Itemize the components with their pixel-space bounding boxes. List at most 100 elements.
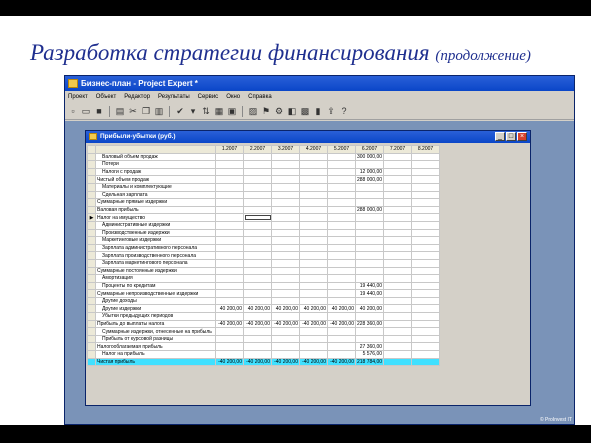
data-cell[interactable] <box>354 327 385 336</box>
data-cell[interactable] <box>243 205 272 215</box>
data-cell[interactable] <box>411 342 441 352</box>
settings-icon[interactable]: ⚙ <box>274 106 284 116</box>
data-cell[interactable]: 40 200,00 <box>215 304 244 314</box>
data-cell[interactable] <box>327 152 356 162</box>
data-cell[interactable] <box>215 205 244 215</box>
maximize-button[interactable]: □ <box>506 132 516 141</box>
data-cell[interactable] <box>271 182 300 192</box>
data-cell[interactable] <box>327 334 356 344</box>
data-cell[interactable] <box>411 190 441 200</box>
data-cell[interactable] <box>383 266 413 276</box>
data-cell[interactable] <box>327 198 356 207</box>
column-header[interactable]: 4.2007 <box>299 145 328 154</box>
data-cell[interactable] <box>215 258 244 268</box>
data-cell[interactable] <box>299 342 328 352</box>
table-row[interactable]: Производственные издержки <box>87 228 441 238</box>
data-cell[interactable] <box>215 182 244 192</box>
menu-item-0[interactable]: Проект <box>68 94 88 103</box>
data-cell[interactable] <box>299 213 328 222</box>
data-cell[interactable] <box>327 350 356 359</box>
data-cell[interactable] <box>327 296 356 306</box>
data-cell[interactable]: 228 360,00 <box>354 319 385 329</box>
data-cell[interactable] <box>215 236 244 245</box>
column-header[interactable]: 6.2007 <box>354 145 385 154</box>
data-cell[interactable] <box>215 198 244 207</box>
data-cell[interactable] <box>411 228 441 238</box>
data-cell[interactable] <box>299 334 328 344</box>
data-cell[interactable] <box>383 342 413 352</box>
data-cell[interactable] <box>383 190 413 200</box>
data-cell[interactable] <box>383 167 413 177</box>
table-row[interactable]: Амортизация <box>87 274 441 283</box>
data-cell[interactable] <box>327 175 356 184</box>
data-cell[interactable] <box>215 312 244 321</box>
menu-item-6[interactable]: Справка <box>248 94 272 103</box>
column-header[interactable]: 7.2007 <box>383 145 413 154</box>
help-icon[interactable]: ? <box>339 106 349 116</box>
data-cell[interactable] <box>327 281 356 291</box>
data-cell[interactable] <box>215 251 244 260</box>
data-cell[interactable] <box>411 258 441 268</box>
data-cell[interactable] <box>299 236 328 245</box>
data-cell[interactable] <box>354 190 385 200</box>
data-cell[interactable] <box>327 342 356 352</box>
data-cell[interactable] <box>271 205 300 215</box>
flag-icon[interactable]: ⚑ <box>261 106 271 116</box>
data-cell[interactable]: -40 200,00 <box>271 357 300 367</box>
data-cell[interactable]: -40 200,00 <box>299 357 328 367</box>
data-cell[interactable] <box>411 312 441 321</box>
data-cell[interactable] <box>271 296 300 306</box>
data-cell[interactable] <box>215 167 244 177</box>
column-header[interactable]: 2.2007 <box>243 145 272 154</box>
data-cell[interactable] <box>354 182 385 192</box>
data-cell[interactable] <box>299 274 328 283</box>
data-cell[interactable] <box>243 289 272 298</box>
data-cell[interactable] <box>327 228 356 238</box>
data-cell[interactable] <box>411 198 441 207</box>
data-cell[interactable] <box>299 251 328 260</box>
data-cell[interactable] <box>215 281 244 291</box>
data-cell[interactable] <box>243 182 272 192</box>
close-button[interactable]: × <box>517 132 527 141</box>
data-cell[interactable] <box>271 220 300 230</box>
report-titlebar[interactable]: Прибыли-убытки (руб.) _ □ × <box>86 131 530 143</box>
data-cell[interactable] <box>354 236 385 245</box>
data-cell[interactable]: 40 200,00 <box>354 304 385 314</box>
data-cell[interactable] <box>299 220 328 230</box>
data-cell[interactable] <box>215 274 244 283</box>
menu-item-1[interactable]: Объект <box>96 94 116 103</box>
table-row[interactable]: Маркетинговые издержки <box>87 236 441 245</box>
data-cell[interactable] <box>299 327 328 336</box>
data-cell[interactable] <box>243 281 272 291</box>
table-row[interactable]: ▶ Налог на имущество <box>87 213 441 222</box>
data-cell[interactable] <box>243 312 272 321</box>
data-cell[interactable] <box>354 258 385 268</box>
data-cell[interactable] <box>299 350 328 359</box>
column-header[interactable]: 3.2007 <box>271 145 300 154</box>
data-cell[interactable] <box>383 258 413 268</box>
data-cell[interactable] <box>383 281 413 291</box>
data-cell[interactable] <box>271 289 300 298</box>
data-cell[interactable] <box>299 182 328 192</box>
data-cell[interactable] <box>271 167 300 177</box>
data-cell[interactable] <box>411 274 441 283</box>
data-cell[interactable]: -40 200,00 <box>243 319 272 329</box>
menu-item-3[interactable]: Результаты <box>158 94 190 103</box>
data-cell[interactable] <box>299 175 328 184</box>
data-cell[interactable] <box>243 190 272 200</box>
data-cell[interactable] <box>411 304 441 314</box>
cut-icon[interactable]: ✂ <box>128 106 138 116</box>
table-row[interactable]: Другие доходы <box>87 296 441 306</box>
menu-item-5[interactable]: Окно <box>226 94 240 103</box>
data-cell[interactable] <box>243 266 272 276</box>
data-cell[interactable] <box>271 175 300 184</box>
table-row[interactable]: Проценты по кредитам 19 440,00 <box>87 281 441 291</box>
data-cell[interactable]: 27 360,00 <box>354 342 385 352</box>
data-cell[interactable] <box>354 251 385 260</box>
data-cell[interactable] <box>383 220 413 230</box>
data-cell[interactable] <box>383 327 413 336</box>
report-icon[interactable]: ▣ <box>227 106 237 116</box>
data-cell[interactable] <box>327 205 356 215</box>
data-cell[interactable] <box>243 274 272 283</box>
data-cell[interactable]: 40 200,00 <box>327 304 356 314</box>
